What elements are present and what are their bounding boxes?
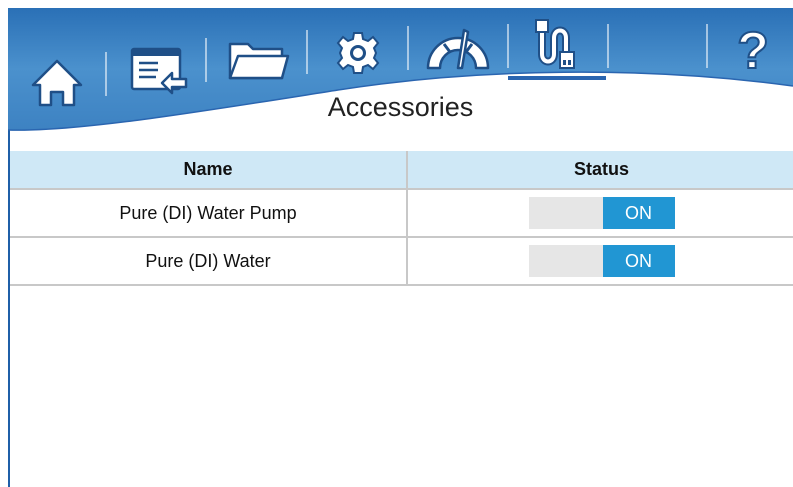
accessories-table: Name Status Pure (DI) Water Pump ON Pure… (10, 151, 793, 286)
toggle-off-segment (529, 245, 603, 277)
accessory-name: Pure (DI) Water Pump (10, 189, 408, 238)
nav-help-button[interactable]: ? (718, 16, 788, 82)
table-row: Pure (DI) Water ON (10, 237, 793, 286)
folder-icon (228, 42, 290, 80)
app-screen: ? Accessories Name Status Pure (DI) Wate… (8, 8, 793, 487)
nav-separator (507, 24, 509, 68)
status-cell: ON (407, 237, 793, 286)
nav-folder-button[interactable] (218, 28, 298, 92)
nav-separator (706, 24, 708, 68)
status-toggle[interactable]: ON (528, 197, 675, 229)
nav-gauge-button[interactable] (415, 16, 501, 82)
nav-settings-button[interactable] (320, 20, 396, 86)
table-row: Pure (DI) Water Pump ON (10, 189, 793, 238)
active-tab-indicator (508, 76, 606, 80)
accessory-name: Pure (DI) Water (10, 237, 408, 286)
nav-separator (205, 38, 207, 82)
table-header-row: Name Status (10, 151, 793, 190)
gear-icon (336, 32, 380, 74)
nav-separator (607, 24, 609, 68)
nav-usb-button[interactable] (516, 14, 600, 76)
nav-empty-slot (610, 14, 704, 76)
help-icon: ? (736, 22, 770, 76)
column-header-status: Status (407, 151, 793, 190)
toggle-off-segment (529, 197, 603, 229)
help-glyph: ? (737, 22, 769, 76)
toggle-on-label: ON (602, 245, 675, 277)
nav-separator (105, 52, 107, 96)
nav-separator (407, 26, 409, 70)
column-header-name: Name (10, 151, 408, 190)
status-toggle[interactable]: ON (528, 245, 675, 277)
usb-cable-icon (535, 19, 575, 69)
gauge-icon (426, 28, 490, 70)
status-cell: ON (407, 189, 793, 238)
screen-import-icon (130, 47, 188, 95)
toggle-on-label: ON (602, 197, 675, 229)
nav-separator (306, 30, 308, 74)
page-title: Accessories (327, 92, 474, 122)
